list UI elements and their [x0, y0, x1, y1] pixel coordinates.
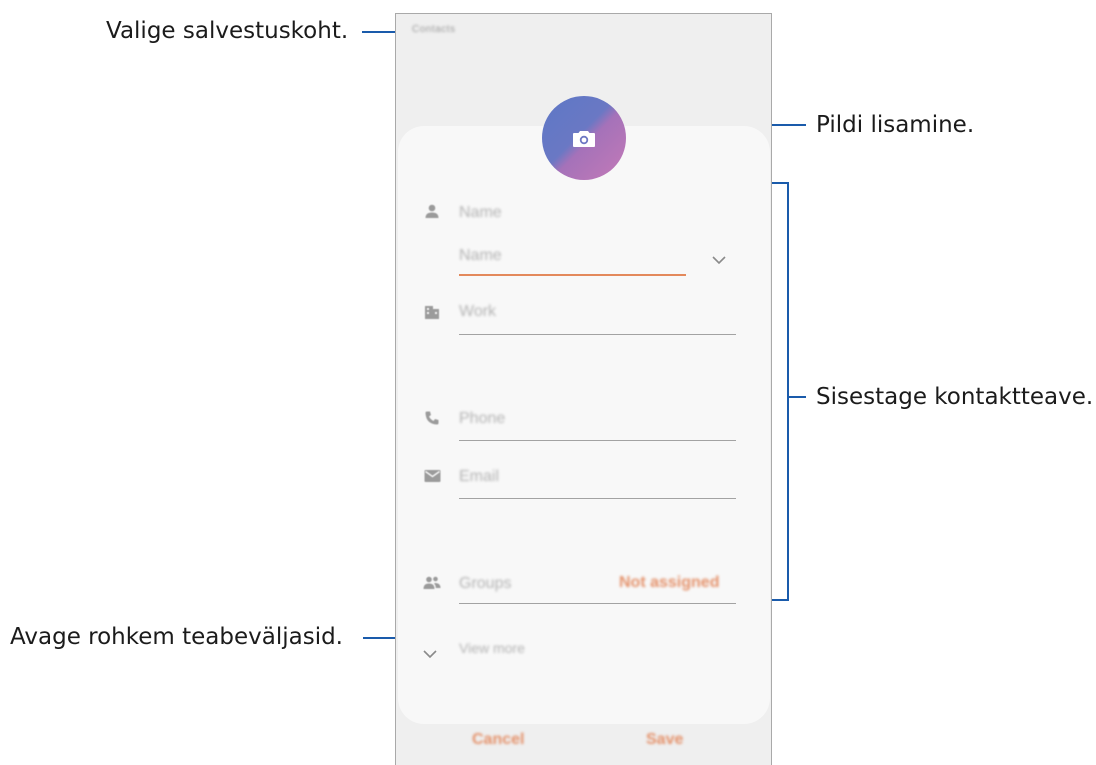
email-input-underline: [459, 498, 736, 499]
groups-value[interactable]: Not assigned: [619, 574, 719, 592]
camera-icon: [573, 130, 595, 147]
groups-underline: [459, 603, 736, 604]
phone-input-underline: [459, 440, 736, 441]
callout-bracket-vertical: [787, 182, 789, 601]
name-section-label: Name: [459, 204, 502, 221]
add-picture-button[interactable]: [542, 96, 626, 180]
groups-label[interactable]: Groups: [459, 575, 511, 593]
phone-icon: [424, 410, 442, 428]
view-more-button[interactable]: View more: [459, 640, 525, 656]
cancel-button[interactable]: Cancel: [472, 731, 524, 749]
building-icon: [424, 304, 442, 322]
callout-contact-info: Sisestage kontaktteave.: [816, 384, 1094, 410]
callout-more-fields: Avage rohkem teabeväljasid.: [10, 624, 343, 650]
work-input[interactable]: Work: [459, 303, 496, 321]
email-icon: [424, 468, 442, 486]
storage-location-selector[interactable]: Contacts: [412, 24, 455, 35]
chevron-down-icon[interactable]: [711, 250, 727, 269]
email-input[interactable]: Email: [459, 468, 499, 486]
view-more-chevron-icon[interactable]: [422, 644, 438, 663]
phone-screen: Contacts Name Name Work Phone Email Grou…: [395, 13, 772, 765]
work-input-underline: [459, 334, 736, 335]
callout-add-picture: Pildi lisamine.: [816, 112, 975, 138]
phone-input[interactable]: Phone: [459, 410, 505, 428]
groups-icon: [423, 575, 441, 593]
name-input-underline: [459, 274, 686, 276]
callout-storage-location: Valige salvestuskoht.: [106, 18, 349, 44]
name-input[interactable]: Name: [459, 247, 502, 265]
person-icon: [424, 203, 442, 221]
callout-line-contact-info: [787, 396, 806, 398]
contact-form-card: Name Name Work Phone Email Groups Not as…: [398, 126, 770, 724]
save-button[interactable]: Save: [646, 731, 683, 749]
